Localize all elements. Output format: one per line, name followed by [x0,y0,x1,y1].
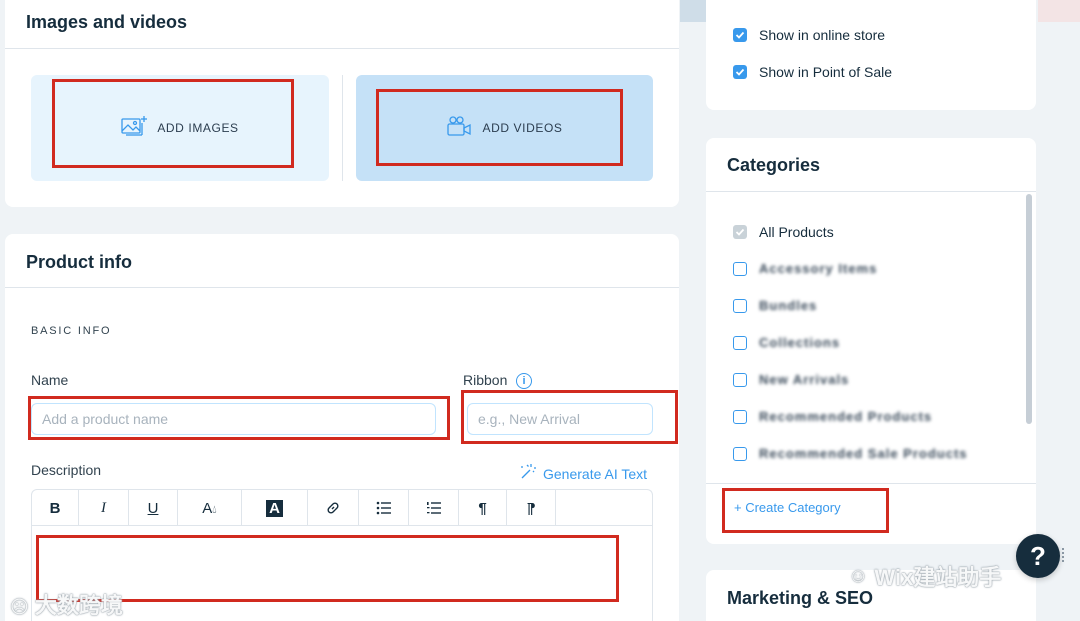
product-info-title: Product info [26,252,132,272]
category-item-label: Recommended Products [759,409,933,424]
add-videos-button[interactable]: ADD VIDEOS [356,75,653,181]
basic-info-label: BASIC INFO [31,325,112,337]
ltr-button[interactable]: ¶ [459,490,507,526]
help-button[interactable]: ? [1016,534,1060,578]
category-item[interactable]: Recommended Sale Products [733,446,968,461]
checkbox-unchecked[interactable] [733,446,747,461]
categories-footer-divider [706,483,1036,484]
watermark-right: ☺ Wix建站助手 [848,564,1002,591]
visibility-card: Show in online store Show in Point of Sa… [706,0,1036,110]
category-item[interactable]: Accessory Items [733,261,877,276]
category-item-label: Accessory Items [759,261,878,276]
category-item[interactable]: Collections [733,335,840,350]
category-item-label: Recommended Sale Products [759,446,968,461]
watermark-left: ☹ 大数跨境 [10,593,123,618]
italic-button[interactable]: I [79,490,129,526]
bullet-list-icon [376,501,391,515]
text-color-button[interactable]: A💧︎ [178,490,242,526]
show-online-store-label: Show in online store [759,27,886,43]
media-card: Images and videos ADD IMAGES ADD VIDEOS [5,0,679,207]
media-card-title: Images and videos [26,12,188,32]
top-strip [1038,0,1080,22]
highlight-color-icon: A [266,499,283,517]
top-strip-blue [680,0,706,22]
add-images-label: ADD IMAGES [157,121,239,135]
media-tile-separator [342,75,343,181]
checkbox-unchecked[interactable] [733,335,747,350]
paragraph-rtl-icon: ¶ [526,499,536,517]
category-item[interactable]: Recommended Products [733,409,932,424]
image-icon [121,115,148,142]
description-editor[interactable] [31,525,653,621]
wechat-logo-icon: ☹ [10,597,29,617]
checkbox-unchecked[interactable] [733,409,747,424]
link-icon [327,502,339,514]
info-icon[interactable]: i [516,373,532,389]
all-products-label: All Products [759,224,834,240]
paragraph-ltr-icon: ¶ [478,499,487,517]
generate-ai-text-label: Generate AI Text [543,465,648,482]
category-item[interactable]: Bundles [733,298,817,313]
show-pos-row[interactable]: Show in Point of Sale [733,64,892,80]
link-button[interactable] [308,490,359,526]
underline-button[interactable]: U [129,490,178,526]
show-online-store-row[interactable]: Show in online store [733,27,885,43]
categories-scrollbar[interactable] [1026,194,1032,424]
product-info-divider [5,287,679,288]
text-color-icon: A💧︎ [202,499,217,517]
rtl-button[interactable]: ¶ [507,490,556,526]
category-item-label: Bundles [759,298,818,313]
categories-title: Categories [727,155,821,175]
category-all-products: All Products [733,224,834,240]
generate-ai-text-button[interactable]: Generate AI Text [519,462,647,485]
checkbox-unchecked[interactable] [733,372,747,387]
category-item-label: New Arrivals [759,372,850,387]
checkbox-unchecked[interactable] [733,298,747,313]
categories-divider [706,191,1036,192]
video-icon [446,115,472,142]
magic-wand-icon [519,462,537,485]
category-item[interactable]: New Arrivals [733,372,849,387]
ribbon-label: Ribbon [463,372,508,388]
rich-text-toolbar: B I U A💧︎ A ¶ ¶ [31,489,653,526]
checkbox-disabled-checked [733,225,747,239]
numbered-list-icon [426,502,441,514]
add-images-button[interactable]: ADD IMAGES [31,75,329,181]
bullet-list-button[interactable] [359,490,409,526]
numbered-list-button[interactable] [409,490,459,526]
wechat-logo-icon: ☺ [848,564,869,587]
bold-button[interactable]: B [32,490,79,526]
highlight-button[interactable]: A [242,490,308,526]
description-label: Description [31,462,102,478]
name-label: Name [31,372,69,388]
checkbox-checked[interactable] [733,28,747,42]
help-drag-handle[interactable] [1062,548,1065,562]
ribbon-input[interactable] [467,403,653,435]
category-item-label: Collections [759,335,841,350]
product-name-input[interactable] [31,403,436,435]
add-videos-label: ADD VIDEOS [482,121,563,135]
checkbox-unchecked[interactable] [733,261,747,276]
categories-card: Categories All Products Accessory Items … [706,138,1036,544]
checkbox-checked[interactable] [733,65,747,79]
show-pos-label: Show in Point of Sale [759,64,893,80]
create-category-button[interactable]: + Create Category [734,500,841,515]
media-card-divider [5,48,679,49]
